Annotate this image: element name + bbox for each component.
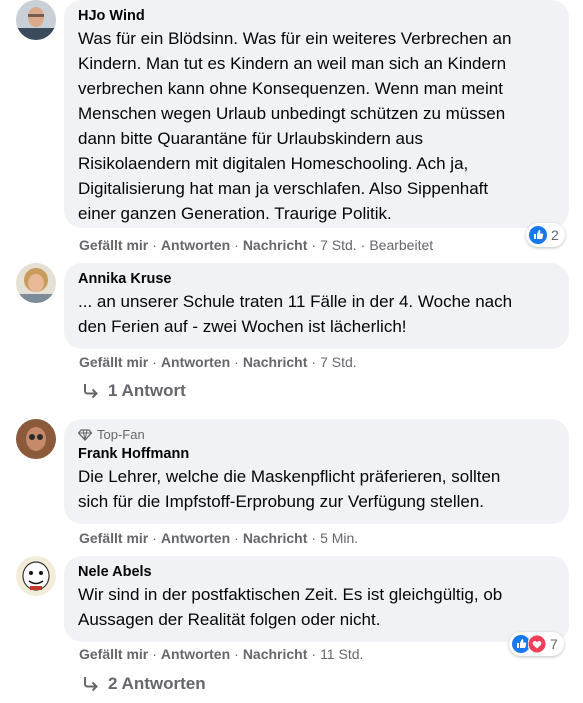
reply-button[interactable]: Antworten: [161, 530, 230, 546]
diamond-icon: [78, 428, 92, 441]
reply-button[interactable]: Antworten: [161, 646, 230, 662]
reaction-count: 7: [550, 636, 558, 652]
comment-bubble: Annika Kruse ... an unserer Schule trate…: [64, 263, 569, 349]
comment-bubble: HJo Wind Was für ein Blödsinn. Was für e…: [64, 0, 569, 228]
comment-text-line: Was für ein Blödsinn. Was für ein weiter…: [78, 29, 512, 48]
comment-text-line: einer ganzen Generation. Traurige Politi…: [78, 204, 392, 223]
reply-button[interactable]: Antworten: [161, 354, 230, 370]
comment-author[interactable]: Frank Hoffmann: [78, 445, 557, 464]
comment-text-line: Digitalisierung hat man ja verschlafen. …: [78, 179, 489, 198]
comment-author[interactable]: Nele Abels: [78, 563, 557, 582]
comment-actions: Gefällt mir · Antworten · Nachricht · 11 Std.: [79, 646, 364, 662]
comment-text-line: den Ferien auf - zwei Wochen ist lächerl…: [78, 317, 407, 336]
badge-label: Top-Fan: [97, 427, 145, 442]
reply-arrow-icon: [84, 677, 98, 692]
comment-bubble: Nele Abels Wir sind in der postfaktische…: [64, 556, 569, 642]
top-fan-badge: Top-Fan: [78, 426, 557, 443]
comment-text-line: Risikolaendern mit digitalen Homeschooli…: [78, 154, 469, 173]
replies-label: 1 Antwort: [108, 381, 186, 400]
like-button[interactable]: Gefällt mir: [79, 354, 148, 370]
comment-bubble: Top-Fan Frank Hoffmann Die Lehrer, welch…: [64, 419, 569, 524]
comment-actions: Gefällt mir · Antworten · Nachricht · 7 Std.: [79, 354, 357, 370]
avatar[interactable]: [16, 556, 56, 596]
view-replies-link[interactable]: 1 Antwort: [82, 381, 186, 401]
comment-actions: Gefällt mir · Antworten · Nachricht · 7 Std. · B…: [79, 237, 434, 253]
like-button[interactable]: Gefällt mir: [79, 646, 148, 662]
avatar-photo-icon: [16, 263, 56, 303]
avatar-photo-icon: [16, 556, 56, 596]
like-button[interactable]: Gefällt mir: [79, 237, 148, 253]
view-replies-link[interactable]: 2 Antworten: [82, 674, 206, 694]
comment-text-line: Die Lehrer, welche die Maskenpflicht prä…: [78, 467, 501, 486]
message-button[interactable]: Nachricht: [243, 354, 308, 370]
reply-button[interactable]: Antworten: [161, 237, 230, 253]
message-button[interactable]: Nachricht: [243, 237, 308, 253]
message-button[interactable]: Nachricht: [243, 646, 308, 662]
edited-label: Bearbeitet: [369, 237, 434, 253]
avatar-photo-icon: [16, 0, 56, 40]
comment-text-line: sich für die Impfstoff-Erprobung zur Ver…: [78, 492, 485, 511]
comment-text-line: Wir sind in der postfaktischen Zeit. Es …: [78, 585, 503, 604]
comment-author[interactable]: HJo Wind: [78, 7, 557, 26]
comment-text-line: ... an unserer Schule traten 11 Fälle in…: [78, 292, 513, 311]
comment-text-line: verbrechen kann ohne Konsequenzen. Wenn …: [78, 79, 503, 98]
comment-text-line: Kindern. Man tut es Kindern an weil man …: [78, 54, 507, 73]
replies-label: 2 Antworten: [108, 674, 206, 693]
avatar[interactable]: [16, 263, 56, 303]
message-button[interactable]: Nachricht: [243, 530, 308, 546]
comment-text-line: dann bitte Quarantäne für Urlaubskindern…: [78, 129, 423, 148]
love-icon: [528, 635, 546, 653]
reaction-summary[interactable]: 2: [526, 223, 565, 247]
comment-author[interactable]: Annika Kruse: [78, 270, 557, 289]
comment-actions: Gefällt mir · Antworten · Nachricht · 5 Min.: [79, 530, 359, 546]
timestamp[interactable]: 11 Std.: [320, 646, 363, 662]
reaction-summary[interactable]: 7: [509, 632, 564, 656]
avatar-photo-icon: [16, 419, 56, 459]
like-button[interactable]: Gefällt mir: [79, 530, 148, 546]
comment-text-line: Aussagen der Realität folgen oder nicht.: [78, 610, 381, 629]
timestamp[interactable]: 7 Std.: [320, 237, 357, 253]
reply-arrow-icon: [84, 384, 98, 399]
avatar[interactable]: [16, 0, 56, 40]
avatar[interactable]: [16, 419, 56, 459]
timestamp[interactable]: 5 Min.: [320, 530, 358, 546]
timestamp[interactable]: 7 Std.: [320, 354, 357, 370]
comment-text-line: Menschen wegen Urlaub unbedingt schützen…: [78, 104, 506, 123]
reaction-count: 2: [551, 227, 559, 243]
like-icon: [529, 226, 547, 244]
